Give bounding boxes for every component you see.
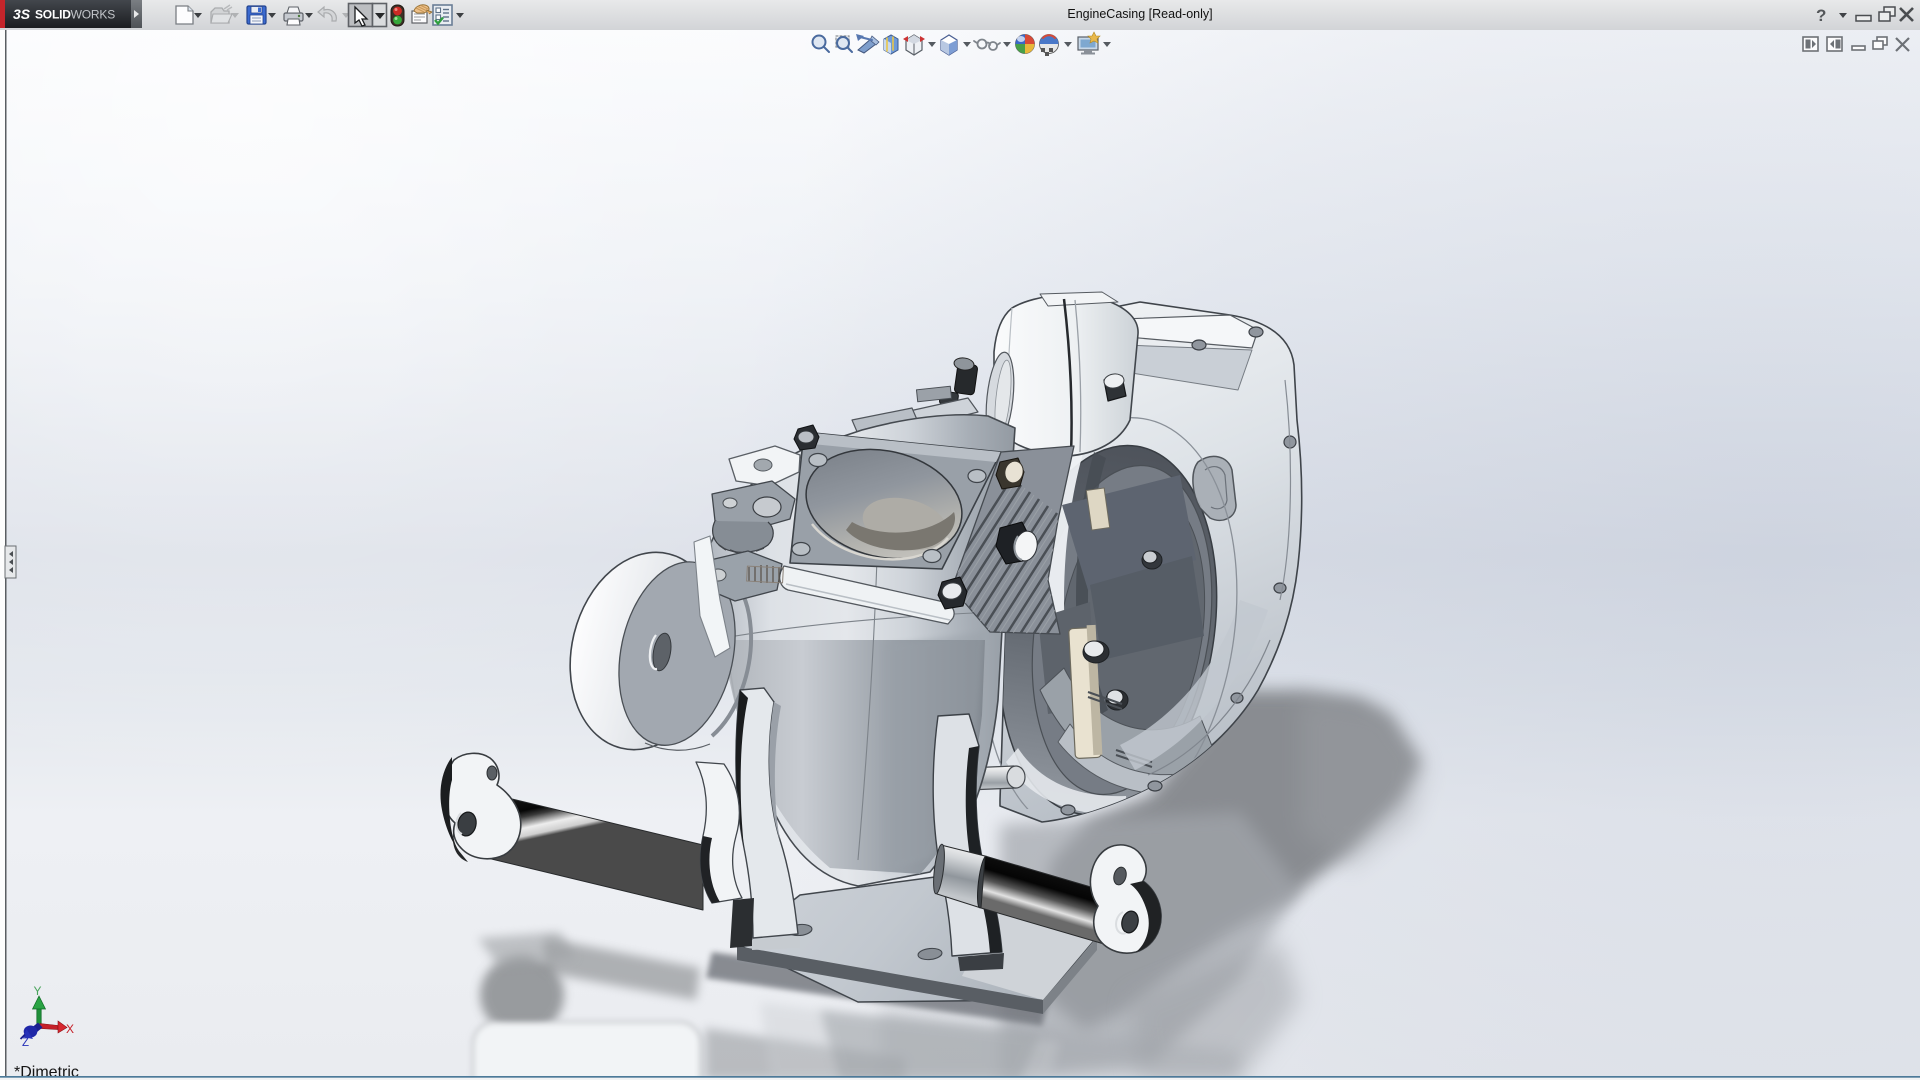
svg-text:Y: Y <box>34 984 42 998</box>
svg-text:Z: Z <box>22 1037 29 1049</box>
svg-text:X: X <box>66 1022 74 1036</box>
svg-text:?: ? <box>1816 6 1826 25</box>
